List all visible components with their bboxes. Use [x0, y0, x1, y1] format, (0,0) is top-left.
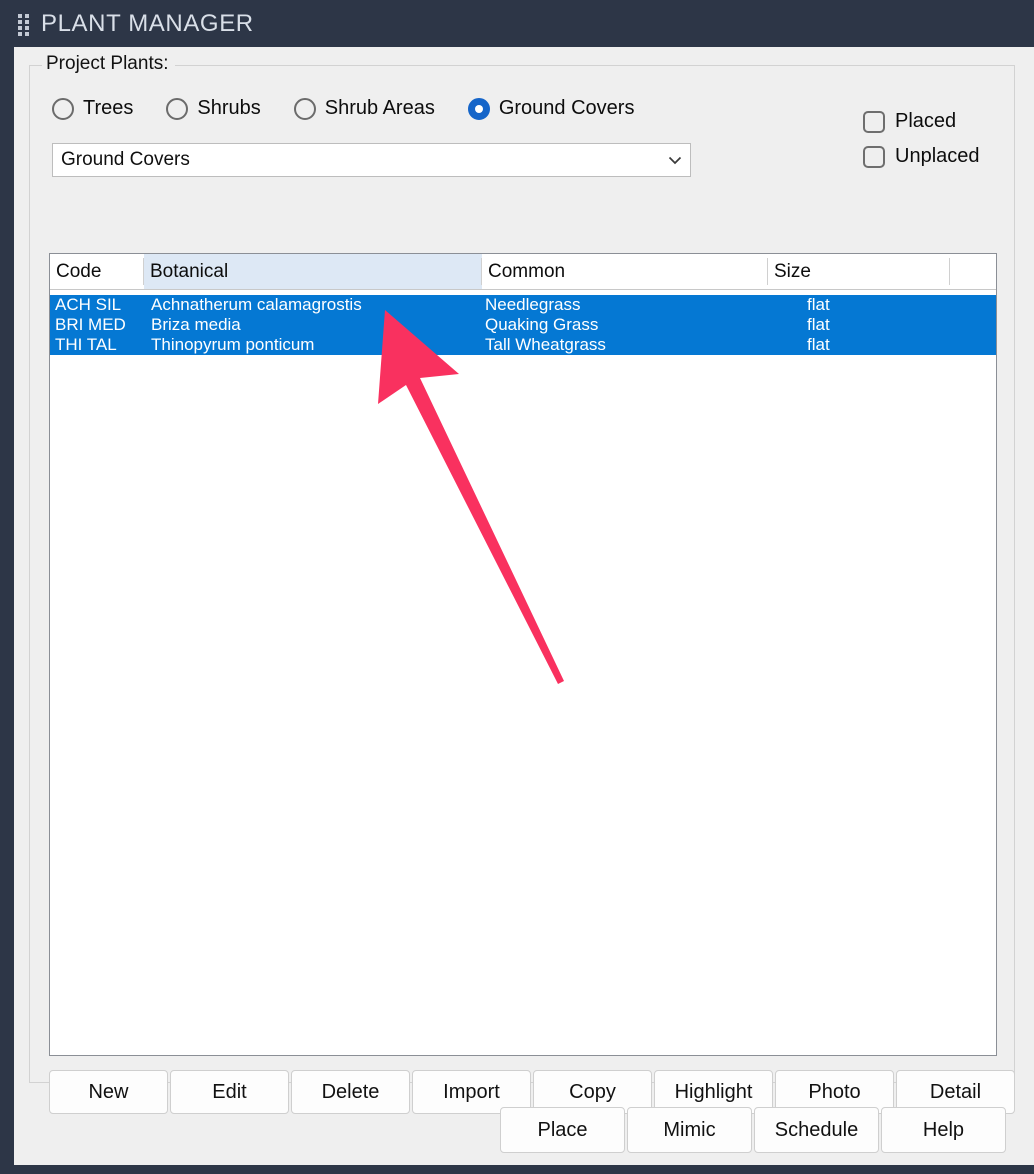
new-button[interactable]: New: [49, 1070, 168, 1114]
cell-common: Quaking Grass: [485, 315, 599, 334]
plant-list[interactable]: Code Botanical Common Size ACH SIL Achna…: [49, 253, 997, 1056]
column-header-botanical-label: Botanical: [150, 260, 229, 282]
drag-dots-icon[interactable]: [18, 13, 29, 36]
cell-size: flat: [807, 295, 830, 314]
place-button[interactable]: Place: [500, 1107, 625, 1153]
radio-shrub-areas[interactable]: Shrub Areas: [293, 97, 435, 120]
plant-category-value: Ground Covers: [61, 149, 190, 170]
radio-shrubs-label: Shrubs: [197, 97, 261, 119]
delete-button[interactable]: Delete: [291, 1070, 410, 1114]
radio-trees[interactable]: Trees: [52, 97, 133, 120]
radio-trees-label: Trees: [83, 97, 134, 119]
groupbox-legend: Project Plants:: [42, 53, 175, 75]
plant-list-header: Code Botanical Common Size: [50, 254, 996, 290]
radio-circle-icon: [293, 97, 316, 120]
column-header-common[interactable]: Common: [482, 254, 768, 289]
column-header-extra[interactable]: [950, 254, 996, 289]
chevron-down-icon[interactable]: [660, 150, 690, 170]
cell-botanical: Briza media: [151, 315, 241, 334]
column-header-code[interactable]: Code: [50, 254, 144, 289]
plant-type-radio-group: Trees Shrubs Shrub Areas Ground Covers: [52, 97, 667, 120]
cell-code: BRI MED: [55, 315, 126, 334]
radio-circle-icon: [52, 97, 74, 120]
cell-common: Tall Wheatgrass: [485, 335, 606, 354]
placement-filter-group: Placed Unplaced: [863, 110, 980, 180]
checkbox-placed-label: Placed: [895, 110, 957, 132]
window-titlebar[interactable]: PLANT MANAGER: [7, 0, 1034, 47]
table-row[interactable]: ACH SIL Achnatherum calamagrostis Needle…: [50, 295, 996, 315]
radio-circle-icon: [166, 97, 189, 120]
checkbox-unplaced-label: Unplaced: [895, 145, 980, 167]
cell-size: flat: [807, 315, 830, 334]
plant-list-body: ACH SIL Achnatherum calamagrostis Needle…: [50, 290, 996, 355]
radio-shrubs[interactable]: Shrubs: [166, 97, 261, 120]
cell-code: THI TAL: [55, 335, 117, 354]
radio-ground-covers[interactable]: Ground Covers: [467, 97, 635, 120]
radio-circle-selected-icon: [467, 97, 490, 120]
help-button[interactable]: Help: [881, 1107, 1006, 1153]
window-title: PLANT MANAGER: [41, 9, 254, 37]
mimic-button[interactable]: Mimic: [627, 1107, 752, 1153]
radio-shrub-areas-label: Shrub Areas: [324, 97, 435, 119]
checkbox-square-icon: [863, 145, 885, 168]
column-header-botanical[interactable]: Botanical: [144, 254, 482, 289]
radio-ground-covers-label: Ground Covers: [498, 97, 635, 119]
table-row[interactable]: THI TAL Thinopyrum ponticum Tall Wheatgr…: [50, 335, 996, 355]
cell-botanical: Achnatherum calamagrostis: [151, 295, 362, 314]
window-client-area: Project Plants: Trees Shrubs Shrub Areas: [14, 47, 1034, 1165]
plant-manager-window: PLANT MANAGER Project Plants: Trees Shru…: [0, 0, 1034, 1174]
table-row[interactable]: BRI MED Briza media Quaking Grass flat: [50, 315, 996, 335]
checkbox-square-icon: [863, 110, 885, 133]
checkbox-placed[interactable]: Placed: [863, 110, 980, 133]
project-plants-groupbox: Project Plants: Trees Shrubs Shrub Areas: [29, 53, 1015, 1114]
column-header-code-label: Code: [56, 260, 102, 282]
column-header-size-label: Size: [774, 260, 811, 282]
cell-botanical: Thinopyrum ponticum: [151, 335, 315, 354]
cell-common: Needlegrass: [485, 295, 581, 314]
dialog-buttons: Place Mimic Schedule Help: [500, 1107, 1006, 1153]
plant-category-select[interactable]: Ground Covers: [52, 143, 691, 177]
column-header-common-label: Common: [488, 260, 566, 282]
schedule-button[interactable]: Schedule: [754, 1107, 879, 1153]
column-header-size[interactable]: Size: [768, 254, 950, 289]
cell-size: flat: [807, 335, 830, 354]
checkbox-unplaced[interactable]: Unplaced: [863, 145, 980, 168]
edit-button[interactable]: Edit: [170, 1070, 289, 1114]
cell-code: ACH SIL: [55, 295, 122, 314]
